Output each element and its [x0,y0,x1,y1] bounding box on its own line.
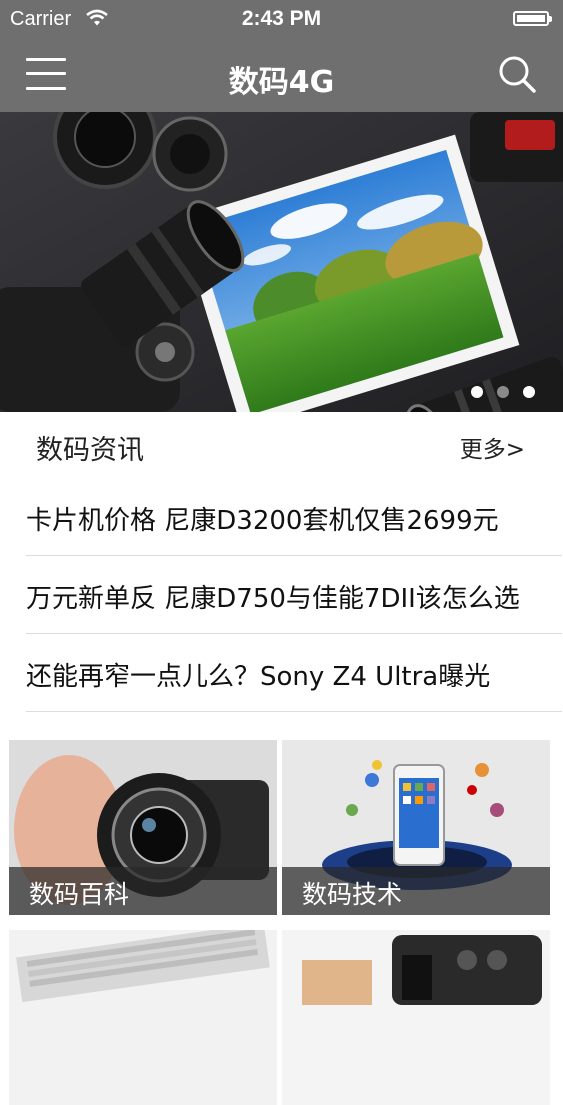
camcorder-tile-image [282,930,550,1105]
news-section-title: 数码资讯 [36,435,144,466]
banner-carousel[interactable] [0,112,563,412]
camera-photo-banner-image [0,112,563,412]
news-item-title: 还能再窄一点儿么？Sony Z4 Ultra曝光 [26,662,491,692]
tile-label-bar: 数码技术 [282,867,550,915]
news-list-item[interactable]: 还能再窄一点儿么？Sony Z4 Ultra曝光 [26,634,562,712]
category-tile[interactable] [282,930,550,1105]
news-item-title: 万元新单反 尼康D750与佳能7DII该怎么选 [26,584,520,614]
category-tile[interactable] [9,930,277,1105]
navigation-bar: 数码4G [0,40,563,112]
carousel-dots[interactable] [471,386,535,398]
page-title: 数码4G [228,65,335,100]
news-list-item[interactable]: 卡片机价格 尼康D3200套机仅售2699元 [26,478,562,556]
status-time: 2:43 PM [241,7,322,30]
battery-icon [513,11,552,26]
carousel-dot[interactable] [497,386,509,398]
category-tile-digital-encyclopedia[interactable]: 数码百科 [9,740,277,915]
carousel-dot[interactable] [471,386,483,398]
carousel-dot[interactable] [523,386,535,398]
tile-label: 数码百科 [29,880,130,909]
top-bar: Carrier 2:43 PM 数码4G [0,0,563,112]
news-section-header: 数码资讯 更多> [0,412,563,478]
tile-label: 数码技术 [302,880,403,909]
category-tile-digital-technology[interactable]: 数码技术 [282,740,550,915]
laptop-tile-image [9,930,277,1105]
search-icon[interactable] [497,54,537,94]
news-item-title: 卡片机价格 尼康D3200套机仅售2699元 [26,506,499,536]
status-bar: Carrier 2:43 PM [0,0,563,40]
news-list-item[interactable]: 万元新单反 尼康D750与佳能7DII该怎么选 [26,556,562,634]
more-news-link[interactable]: 更多> [460,430,525,464]
tile-label-bar: 数码百科 [9,867,277,915]
